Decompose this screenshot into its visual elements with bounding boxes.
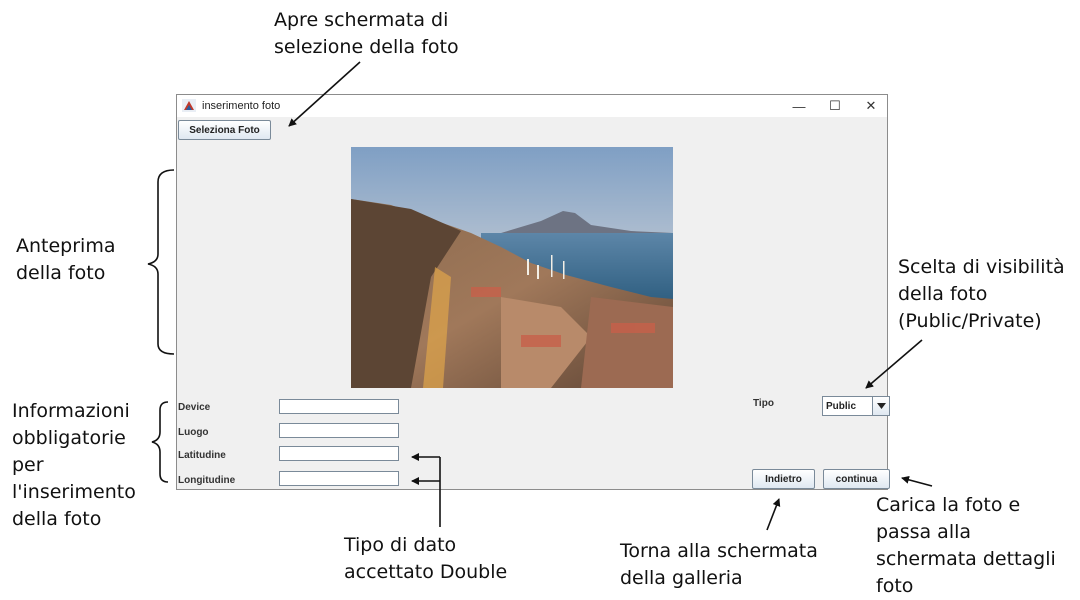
arrow-back (766, 498, 781, 531)
arrow-visibility (865, 339, 923, 389)
brace-required-info (151, 401, 169, 483)
arrow-continue (901, 475, 933, 487)
brace-preview (147, 169, 175, 355)
annotation-arrows (147, 61, 933, 531)
arrow-select-photo (288, 61, 361, 127)
